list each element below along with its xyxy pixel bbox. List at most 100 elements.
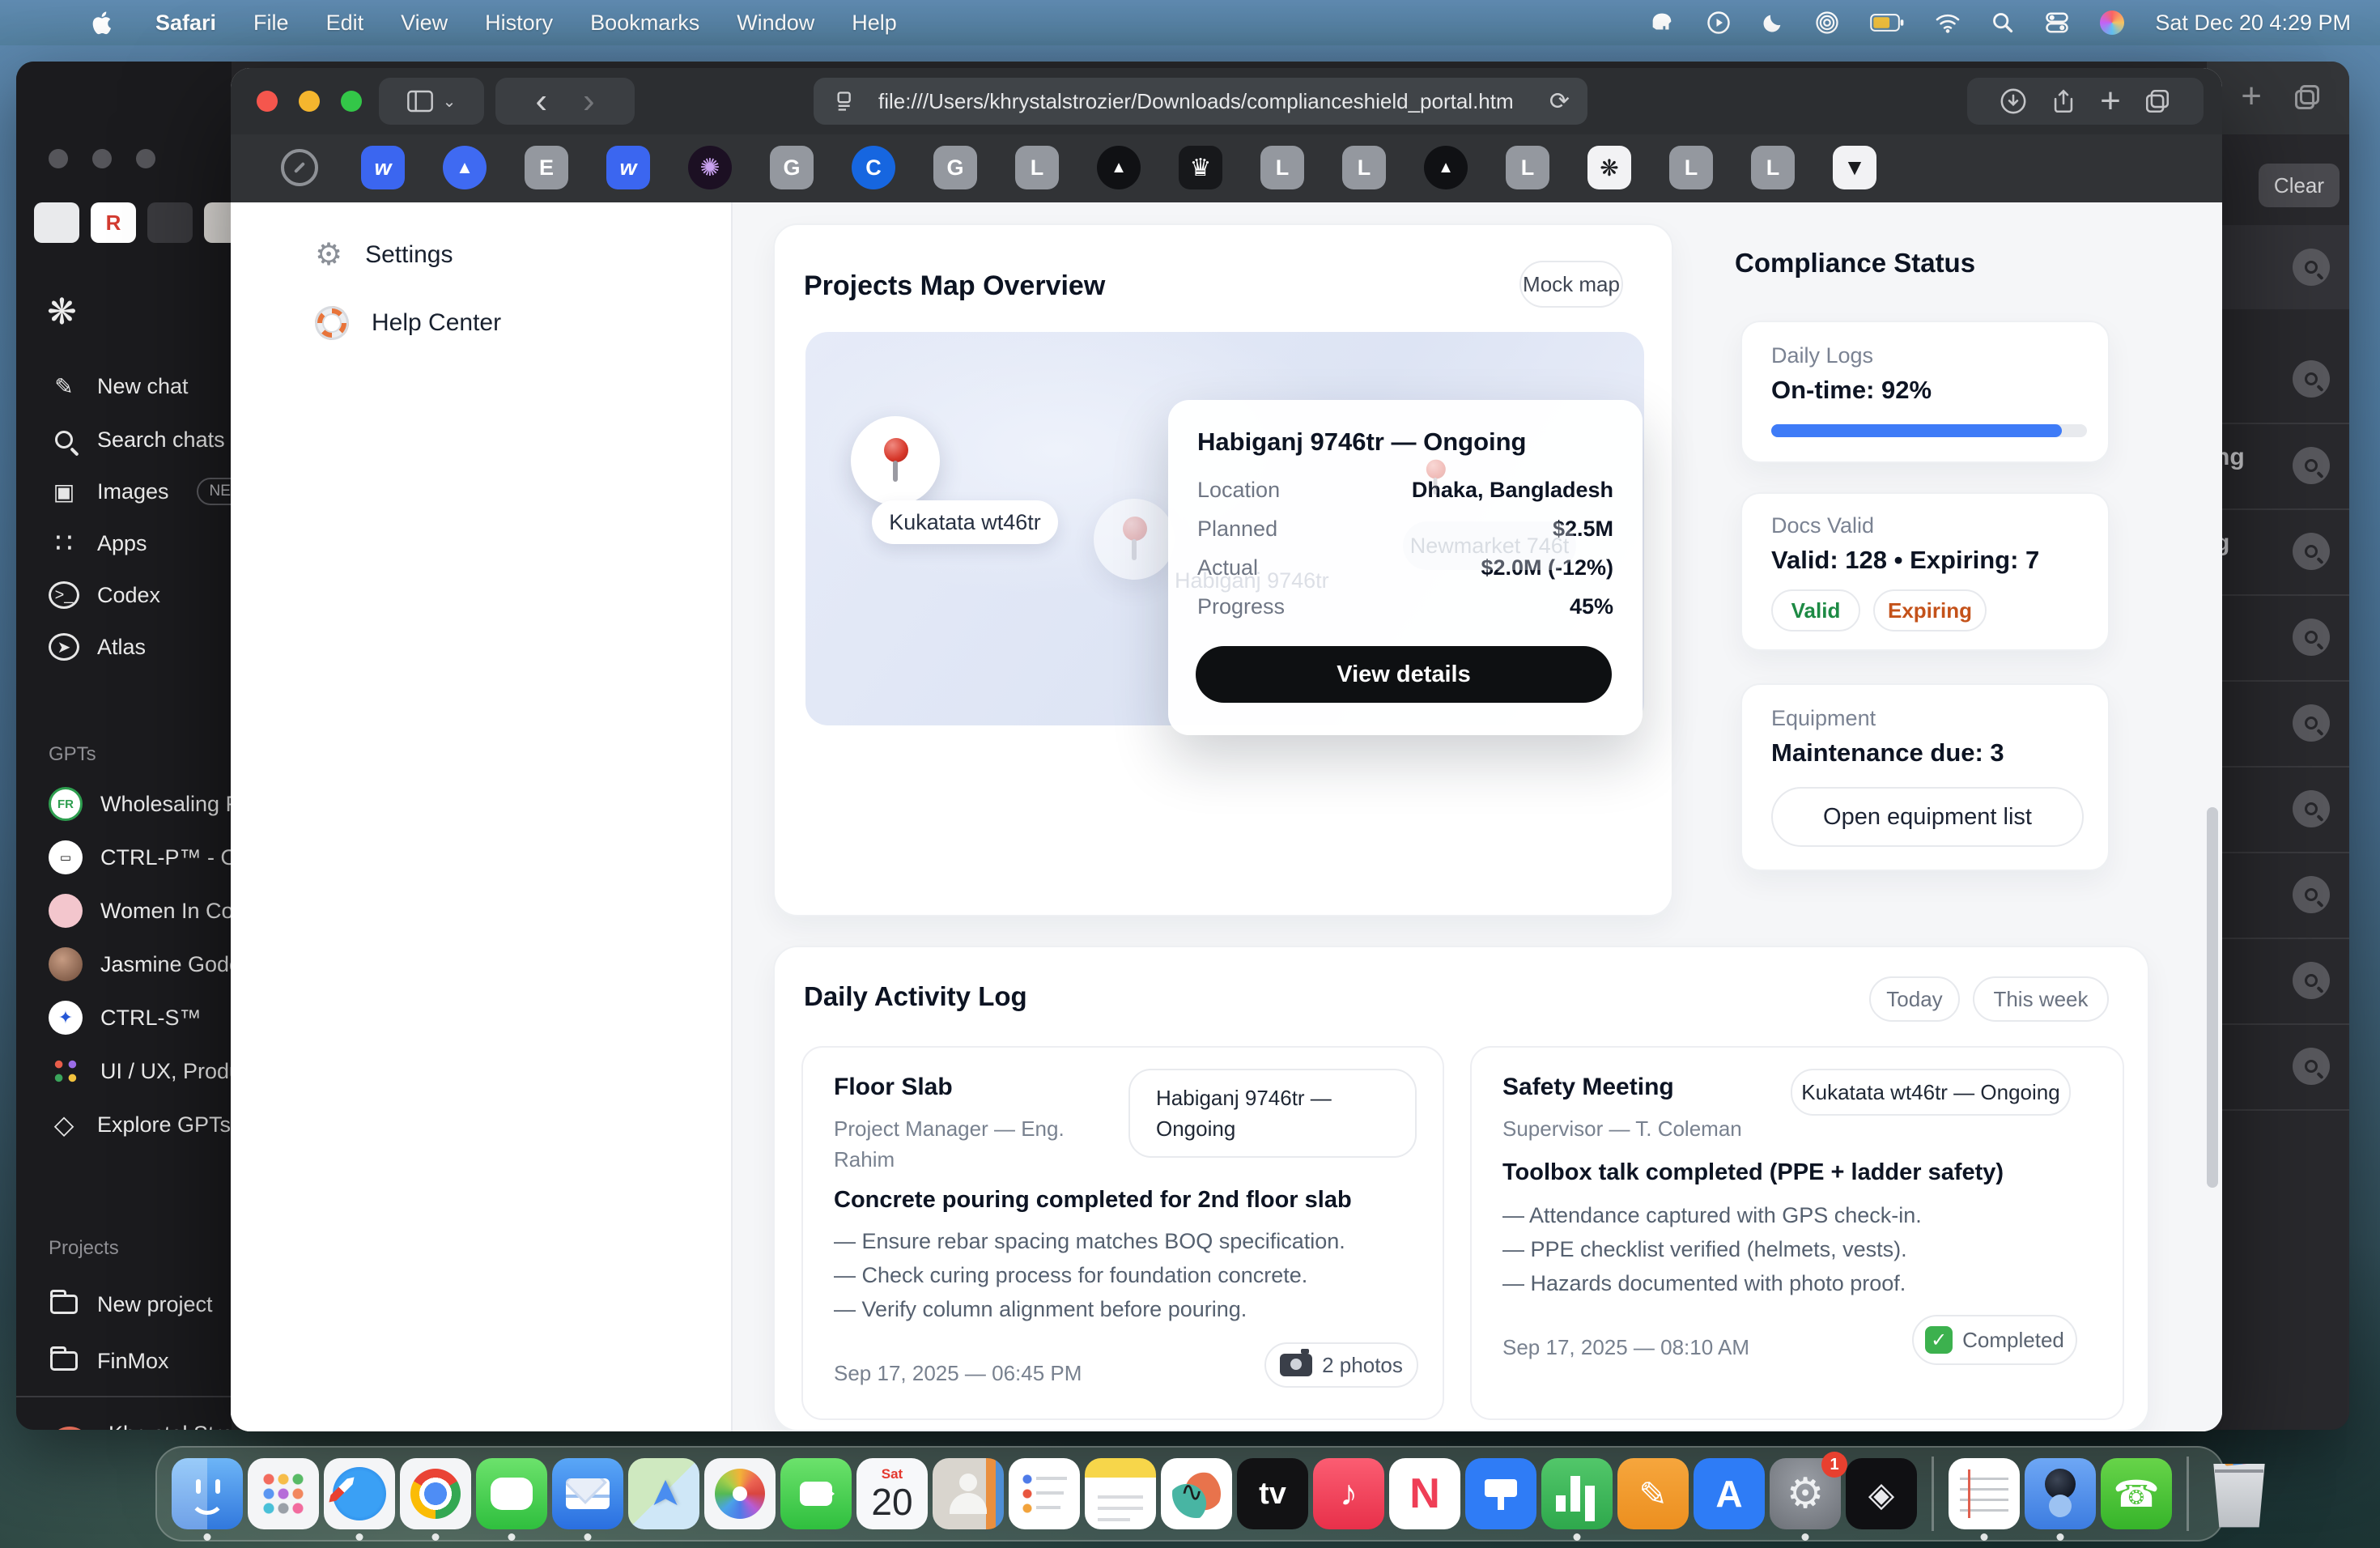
- d dock-trash[interactable]: [2204, 1458, 2275, 1529]
- window-controls[interactable]: [257, 91, 362, 112]
- gpt-item-ctrl-p[interactable]: ▭ CTRL-P™ - OG: [16, 834, 232, 881]
- menu-window[interactable]: Window: [737, 11, 814, 36]
- pinned-item-icon[interactable]: [147, 202, 193, 243]
- valid-chip[interactable]: Valid: [1771, 589, 1860, 632]
- forward-button[interactable]: ›: [583, 81, 595, 121]
- pinned-tab-favicon[interactable]: E: [525, 146, 568, 189]
- dock-phone[interactable]: ☎: [2101, 1458, 2172, 1529]
- dock-contacts[interactable]: [933, 1458, 1004, 1529]
- focus-moon-icon[interactable]: [1762, 11, 1784, 34]
- rear-list-row[interactable]: [2212, 852, 2349, 936]
- gpt-item-ctrl-s[interactable]: ✦ CTRL-S™: [16, 994, 232, 1041]
- dock-appstore[interactable]: A: [1694, 1458, 1765, 1529]
- dock-reminders[interactable]: [1009, 1458, 1080, 1529]
- apple-logo-icon[interactable]: [89, 9, 117, 36]
- dock-notes[interactable]: [1085, 1458, 1156, 1529]
- dock-camera-app[interactable]: [2025, 1458, 2096, 1529]
- rear-list-row[interactable]: [2212, 337, 2349, 421]
- tab-overview-icon[interactable]: [2144, 87, 2171, 115]
- pinned-tab-favicon[interactable]: [281, 149, 318, 186]
- side-menu-settings[interactable]: ⚙ Settings: [315, 236, 453, 273]
- pinned-tab-favicon[interactable]: ▲: [1424, 146, 1468, 189]
- siri-icon[interactable]: [2100, 11, 2124, 35]
- sidebar-toggle-button[interactable]: ⌄: [379, 78, 484, 125]
- dock-finder[interactable]: [172, 1458, 243, 1529]
- menu-bookmarks[interactable]: Bookmarks: [590, 11, 699, 36]
- dock-numbers[interactable]: [1541, 1458, 1613, 1529]
- open-equipment-list-button[interactable]: Open equipment list: [1771, 787, 2084, 847]
- side-menu-help-center[interactable]: Help Center: [315, 306, 501, 340]
- rear-list-row[interactable]: [2212, 680, 2349, 764]
- pinned-tab-favicon[interactable]: L: [1669, 146, 1713, 189]
- sidebar-item-apps[interactable]: ∷ Apps: [16, 520, 232, 567]
- dock-pages[interactable]: ✎: [1617, 1458, 1689, 1529]
- share-icon[interactable]: [2050, 87, 2077, 115]
- sidebar-item-atlas[interactable]: ➤ Atlas: [16, 623, 232, 670]
- menu-view[interactable]: View: [401, 11, 448, 36]
- sidebar-item-explore-gpts[interactable]: ◇ Explore GPTs: [16, 1101, 232, 1148]
- pinned-item-icon[interactable]: [34, 202, 79, 243]
- pinned-tab-favicon[interactable]: L: [1342, 146, 1386, 189]
- sidebar-item-finmox[interactable]: FinMox: [16, 1337, 232, 1384]
- dock-launchpad[interactable]: [248, 1458, 319, 1529]
- pinned-tab-favicon[interactable]: ✺: [688, 146, 732, 189]
- rear-list-row[interactable]: [2212, 1023, 2349, 1108]
- url-field[interactable]: file:///Users/khrystalstrozier/Downloads…: [814, 78, 1587, 125]
- map-canvas[interactable]: Kukatata wt46tr Habiganj 9746tr — Ongoin…: [805, 332, 1644, 725]
- dock-music[interactable]: ♪: [1313, 1458, 1384, 1529]
- pinned-tab-favicon[interactable]: w: [606, 146, 650, 189]
- dock-calendar[interactable]: Sat20: [856, 1458, 928, 1529]
- wifi-icon[interactable]: [1935, 12, 1961, 33]
- downloads-icon[interactable]: [2000, 87, 2027, 115]
- dock-messages[interactable]: [476, 1458, 547, 1529]
- window-controls-inactive[interactable]: [49, 149, 155, 168]
- minimize-window-button[interactable]: [299, 91, 320, 112]
- filter-today-button[interactable]: Today: [1869, 976, 1960, 1022]
- menu-clock[interactable]: Sat Dec 20 4:29 PM: [2155, 11, 2351, 36]
- rear-list-row[interactable]: [2212, 594, 2349, 678]
- gpt-item-wholesaling[interactable]: FR Wholesaling Re: [16, 780, 232, 827]
- mock-map-button[interactable]: Mock map: [1519, 261, 1623, 308]
- new-tab-icon[interactable]: +: [2100, 81, 2121, 121]
- dock-safari[interactable]: [324, 1458, 395, 1529]
- rear-list-row[interactable]: ng: [2212, 423, 2349, 507]
- rear-list-row[interactable]: [2212, 938, 2349, 1022]
- dock-textedit[interactable]: [1949, 1458, 2020, 1529]
- pinned-tab-favicon[interactable]: L: [1260, 146, 1304, 189]
- new-tab-icon[interactable]: +: [2241, 76, 2262, 117]
- dock-photos[interactable]: [704, 1458, 776, 1529]
- screen-mirroring-icon[interactable]: [1706, 11, 1731, 35]
- dock-facetime[interactable]: [780, 1458, 852, 1529]
- dock-appletv[interactable]: tv: [1237, 1458, 1308, 1529]
- clear-button[interactable]: Clear: [2259, 164, 2340, 207]
- gpt-item-women-in-con[interactable]: Women In Con: [16, 887, 232, 934]
- sidebar-item-new-chat[interactable]: ✎ New chat: [16, 363, 232, 410]
- gpt-item-uiux[interactable]: UI / UX, Produ: [16, 1048, 232, 1095]
- back-button[interactable]: ‹: [535, 81, 547, 121]
- pinned-tab-favicon[interactable]: G: [770, 146, 814, 189]
- dock-system-settings[interactable]: ⚙1: [1770, 1458, 1841, 1529]
- gpt-item-jasmine[interactable]: Jasmine Godd: [16, 941, 232, 988]
- pinned-tab-favicon[interactable]: L: [1015, 146, 1059, 189]
- pinned-tab-favicon[interactable]: w: [361, 146, 405, 189]
- scrollbar[interactable]: [2207, 807, 2218, 1188]
- sidebar-item-new-project[interactable]: New project: [16, 1281, 232, 1328]
- airdrop-icon[interactable]: [1815, 11, 1839, 35]
- pinned-tab-favicon[interactable]: ▲: [1097, 146, 1141, 189]
- photos-badge[interactable]: 2 photos: [1264, 1342, 1418, 1388]
- pinned-item-icon[interactable]: R: [91, 202, 136, 243]
- battery-icon[interactable]: [1870, 13, 1904, 32]
- pinned-tab-favicon[interactable]: G: [933, 146, 977, 189]
- pinned-tab-favicon[interactable]: L: [1506, 146, 1549, 189]
- account-row[interactable]: KH Khrystal Stroz Plus: [16, 1412, 232, 1430]
- rear-search-field[interactable]: [2212, 225, 2349, 309]
- dock-keynote[interactable]: [1465, 1458, 1536, 1529]
- dock-news[interactable]: N: [1389, 1458, 1460, 1529]
- reload-icon[interactable]: ⟳: [1549, 87, 1570, 116]
- dock-developer-app[interactable]: ◈: [1846, 1458, 1917, 1529]
- menu-edit[interactable]: Edit: [326, 11, 364, 36]
- reader-icon[interactable]: [835, 90, 857, 113]
- pinned-tab-favicon[interactable]: L: [1751, 146, 1795, 189]
- sidebar-item-codex[interactable]: >_ Codex: [16, 572, 232, 619]
- dock-chrome[interactable]: [400, 1458, 471, 1529]
